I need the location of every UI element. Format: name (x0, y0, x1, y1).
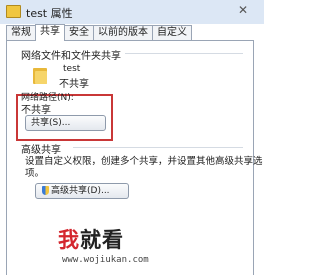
tab-general[interactable]: 常规 (6, 25, 36, 40)
tab-security[interactable]: 安全 (64, 25, 94, 40)
uac-shield-icon (42, 186, 49, 195)
advanced-sharing-description-1: 设置自定义权限，创建多个共享，并设置其他高级共享选 (25, 156, 263, 167)
advanced-sharing-button[interactable]: 高级共享(D)... (35, 183, 129, 199)
group-divider (125, 53, 243, 54)
title-bar[interactable]: test 属性 ✕ (0, 0, 264, 24)
share-button[interactable]: 共享(S)... (25, 115, 106, 131)
watermark-char-1: 我 (58, 228, 80, 252)
watermark-logo: 我就看 (58, 224, 124, 254)
folder-name: test (63, 64, 81, 74)
watermark-char-2: 就看 (80, 228, 124, 252)
watermark-url: www.wojiukan.com (62, 255, 149, 265)
window-title: test 属性 (26, 7, 73, 20)
tab-strip: 常规 共享 安全 以前的版本 自定义 (6, 24, 192, 41)
watermark: 我就看 www.wojiukan.com (0, 218, 264, 275)
advanced-sharing-button-label: 高级共享(D)... (51, 186, 110, 196)
advanced-sharing-description-2: 项。 (25, 168, 45, 179)
folder-title-icon (6, 5, 21, 18)
network-path-value: 不共享 (21, 105, 51, 116)
properties-window: test 属性 ✕ 常规 共享 安全 以前的版本 自定义 网络文件和文件夹共享 … (0, 0, 264, 275)
close-icon[interactable]: ✕ (236, 3, 250, 17)
group-divider (73, 147, 243, 148)
folder-icon (33, 66, 47, 84)
tab-previous-versions[interactable]: 以前的版本 (93, 25, 153, 40)
folder-share-status: 不共享 (59, 79, 89, 90)
tab-customize[interactable]: 自定义 (152, 25, 192, 40)
tab-sharing[interactable]: 共享 (35, 24, 65, 41)
network-sharing-heading: 网络文件和文件夹共享 (21, 51, 121, 62)
